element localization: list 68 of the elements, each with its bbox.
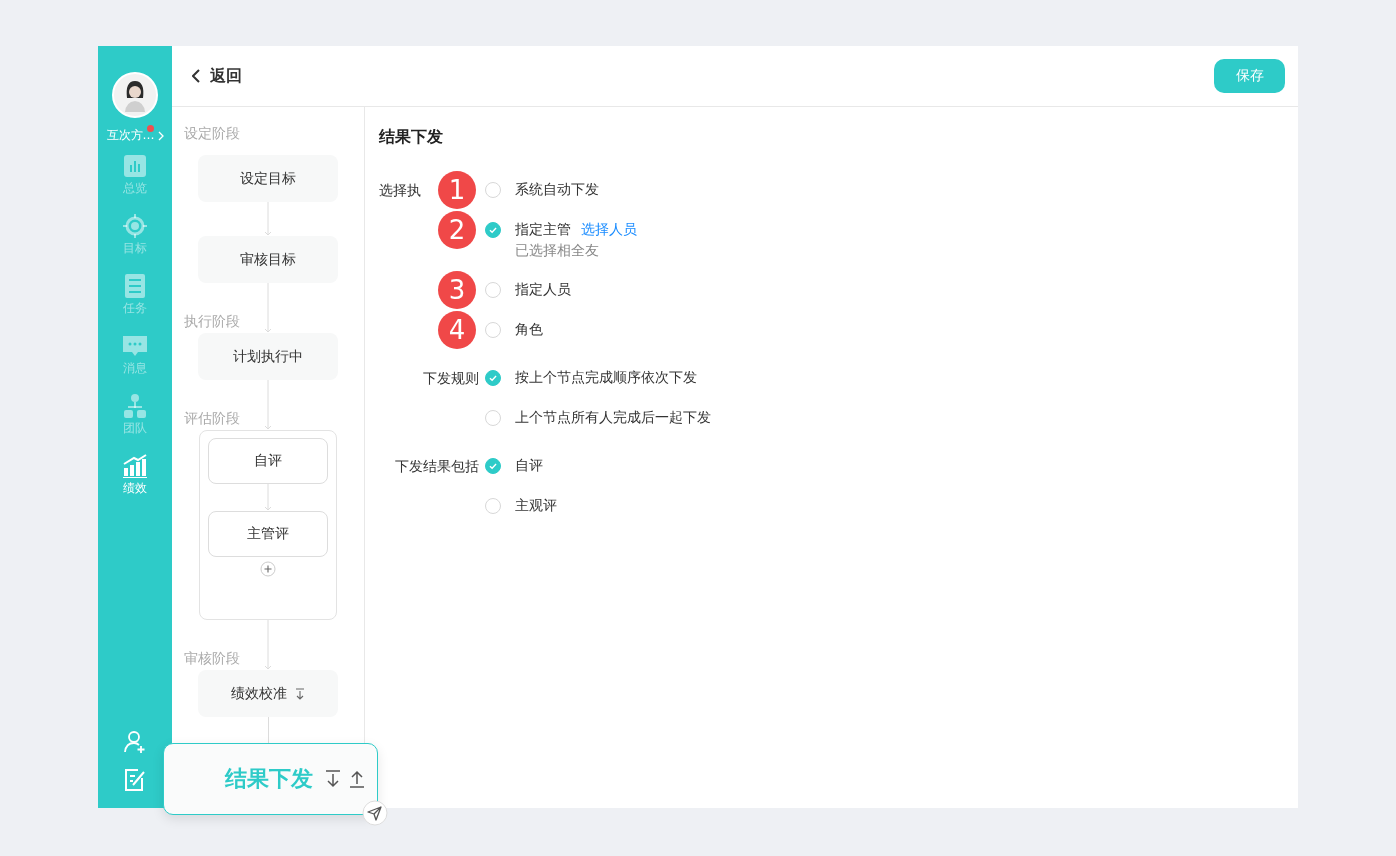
arrow-up-to-line-icon[interactable] [349,770,365,788]
send-icon[interactable] [362,800,388,826]
option-label: 角色 [515,321,543,339]
node-label: 计划执行中 [233,347,303,366]
option-label: 上个节点所有人完成后一起下发 [515,409,711,427]
node-label: 绩效校准 [231,684,287,703]
number-badge: 1 [438,171,476,209]
option-label: 指定人员 [515,281,571,299]
list-icon [123,274,147,298]
flow-node[interactable]: 绩效校准 [198,670,338,717]
option-label: 按上个节点完成顺序依次下发 [515,369,697,387]
number-badge: 4 [438,311,476,349]
stage-label: 审核阶段 [184,650,240,668]
select-people-link[interactable]: 选择人员 [581,221,637,239]
arrow-down-to-line-icon [295,687,305,700]
option-label: 指定主管 [515,221,571,239]
chat-icon [123,334,147,358]
option-label: 系统自动下发 [515,181,599,199]
option-label: 自评 [515,457,543,475]
connector-arrow [263,283,273,333]
nav-item[interactable]: 任务 [123,274,147,334]
number-badge: 3 [438,271,476,309]
flow-node[interactable]: 自评 [208,438,328,484]
node-label: 主管评 [247,525,289,543]
connector-arrow [263,484,273,511]
flow-node[interactable]: 设定目标 [198,155,338,202]
number-badge: 2 [438,211,476,249]
growth-chart-icon [123,454,147,478]
node-label: 审核目标 [240,250,296,269]
stage-label: 评估阶段 [184,410,240,428]
save-button[interactable]: 保存 [1214,59,1285,93]
target-icon [123,214,147,238]
add-icon[interactable] [260,561,276,577]
flow-node[interactable]: 审核目标 [198,236,338,283]
dragged-node-card[interactable]: 结果下发 [163,743,378,815]
bar-chart-icon [123,154,147,178]
stage-label: 执行阶段 [184,313,240,331]
checked-radio[interactable] [485,458,501,474]
flow-node[interactable]: 计划执行中 [198,333,338,380]
add-user-icon[interactable] [123,730,147,754]
option-label: 主观评 [515,497,557,515]
nav-item[interactable]: 总览 [123,154,147,214]
org-chart-icon [123,394,147,418]
nav-item[interactable]: 绩效 [123,454,147,514]
nav-item[interactable]: 团队 [123,394,147,454]
selection-note: 已选择相全友 [515,241,600,260]
avatar[interactable] [112,72,158,118]
field-label: 选择执 [379,182,421,198]
node-label: 设定目标 [240,169,296,188]
chevron-right-icon [157,130,164,141]
edit-icon[interactable] [123,768,147,792]
user-name: 互次方… [106,127,155,144]
section-title: 结果下发 [379,127,444,148]
field-label: 下发结果包括 [395,458,479,474]
back-icon [192,69,200,83]
nav-item[interactable]: 目标 [123,214,147,274]
back-button[interactable]: 返回 [192,65,242,87]
checked-radio[interactable] [485,222,501,238]
checked-radio[interactable] [485,370,501,386]
nav-item[interactable]: 消息 [123,334,147,394]
field-label: 下发规则 [423,370,479,386]
arrow-down-to-line-icon[interactable] [325,770,341,788]
stage-label: 设定阶段 [184,125,240,143]
node-label: 自评 [254,452,282,470]
user-menu[interactable]: 互次方… [106,127,164,144]
flow-node[interactable]: 主管评 [208,511,328,557]
connector-arrow [263,202,273,236]
node-label: 结果下发 [225,765,313,793]
